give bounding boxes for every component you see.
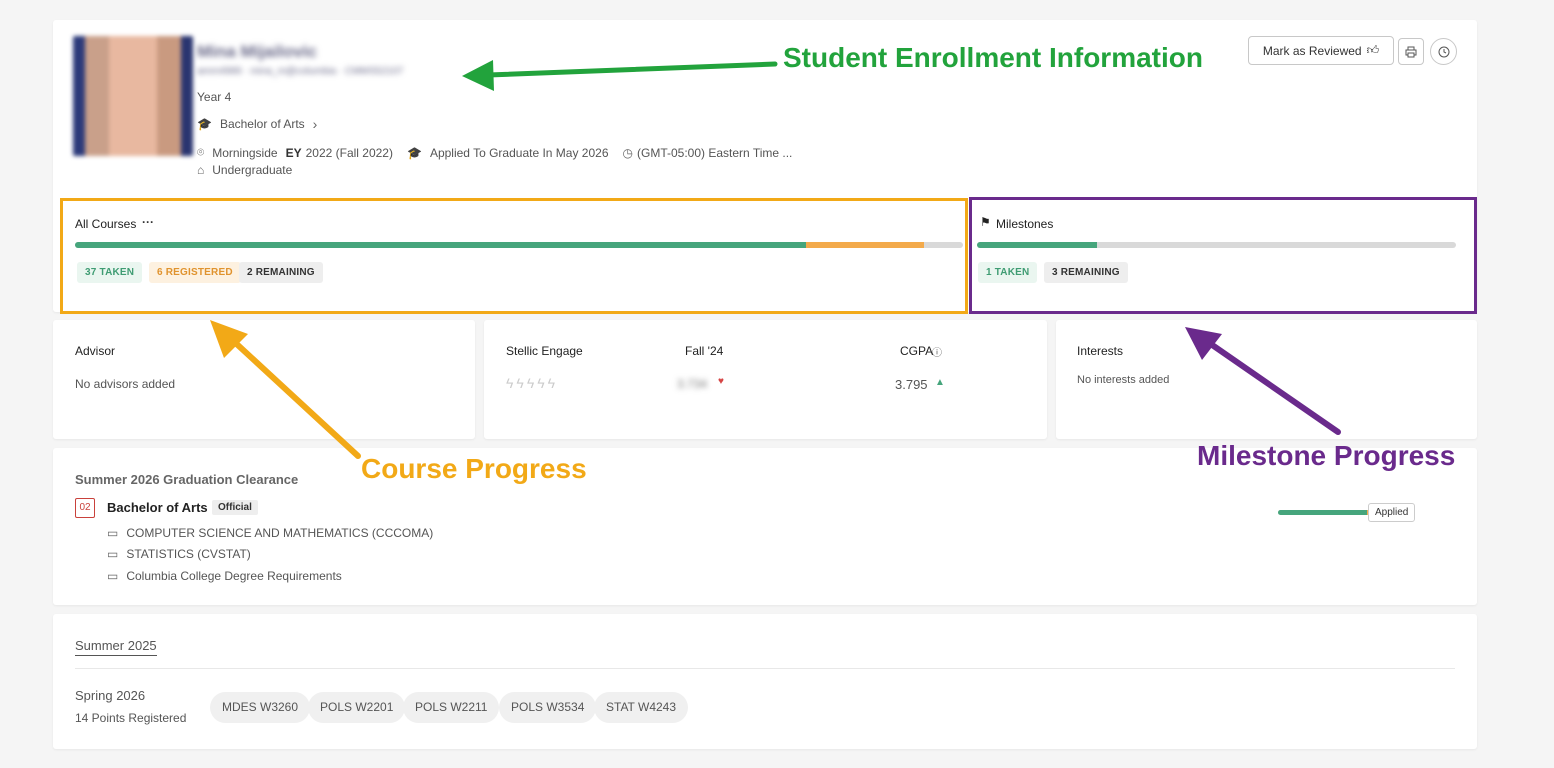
term-name: Spring 2026 bbox=[75, 688, 146, 703]
requirement-label: STATISTICS (CVSTAT) bbox=[126, 547, 251, 561]
requirement-item[interactable]: ▭ COMPUTER SCIENCE AND MATHEMATICS (CCCO… bbox=[107, 526, 433, 540]
graduation-label: Applied To Graduate In May 2026 bbox=[429, 145, 609, 160]
graduation-cap-icon: 🎓 bbox=[406, 145, 422, 160]
courses-progress-bar bbox=[75, 242, 963, 248]
engage-card: Stellic Engage ϟϟϟϟϟ Fall '24 3.734 ♥ CG… bbox=[484, 320, 1047, 439]
courses-title: All Courses bbox=[75, 217, 137, 231]
advisor-empty: No advisors added bbox=[75, 377, 176, 391]
mark-reviewed-button[interactable]: Mark as Reviewed 👍︎ bbox=[1248, 36, 1394, 65]
graduation-cap-icon: 🎓 bbox=[197, 117, 212, 131]
interests-card: Interests No interests added bbox=[1056, 320, 1477, 439]
requirement-label: COMPUTER SCIENCE AND MATHEMATICS (CCCOMA… bbox=[126, 526, 434, 540]
cgpa-value: 3.795 bbox=[895, 377, 928, 392]
courses-remaining-badge: 2 REMAINING bbox=[239, 262, 323, 283]
info-icon[interactable]: ⓘ bbox=[932, 344, 942, 359]
interests-title: Interests bbox=[1077, 344, 1124, 358]
requirement-item[interactable]: ▭ Columbia College Degree Requirements bbox=[107, 569, 342, 583]
official-badge: Official bbox=[212, 500, 258, 515]
milestones-progress-bar bbox=[977, 242, 1456, 248]
engage-bolt-icons: ϟϟϟϟϟ bbox=[506, 375, 559, 391]
clearance-title: Summer 2026 Graduation Clearance bbox=[75, 472, 299, 487]
milestones-progress-taken bbox=[977, 242, 1097, 248]
courses-progress-taken bbox=[75, 242, 806, 248]
clock-icon: ◷ bbox=[622, 145, 633, 160]
course-chip-4[interactable]: STAT W4243 bbox=[594, 692, 689, 723]
milestones-title: Milestones bbox=[996, 217, 1054, 231]
term-gpa: 3.734 bbox=[677, 377, 708, 391]
tag-icon: ⌂ bbox=[197, 163, 205, 177]
applied-status-badge: Applied bbox=[1368, 503, 1416, 522]
student-name: Mina Mijailovic bbox=[197, 42, 317, 61]
level-row: ⌂ Undergraduate bbox=[197, 163, 292, 177]
flag-icon: ⚑ bbox=[980, 215, 991, 229]
clearance-progress-done bbox=[1278, 510, 1367, 515]
course-chip-2[interactable]: POLS W2211 bbox=[403, 692, 500, 723]
term-points: 14 Points Registered bbox=[75, 711, 187, 725]
requirement-item[interactable]: ▭ STATISTICS (CVSTAT) bbox=[107, 547, 251, 561]
course-progress-annotation: Course Progress bbox=[361, 453, 587, 484]
print-icon bbox=[1405, 46, 1417, 57]
book-icon: ▭ bbox=[107, 547, 119, 561]
program-label: Bachelor of Arts bbox=[219, 117, 305, 131]
book-icon: ▭ bbox=[107, 526, 119, 540]
level-label: Undergraduate bbox=[212, 163, 293, 177]
thumbs-up-icon: 👍︎ bbox=[1366, 43, 1380, 57]
advisor-card: Advisor No advisors added bbox=[53, 320, 475, 439]
course-chip-1[interactable]: POLS W2201 bbox=[308, 692, 406, 723]
print-button[interactable] bbox=[1398, 38, 1424, 65]
engage-title: Stellic Engage bbox=[506, 344, 583, 358]
tabs-divider bbox=[75, 668, 1455, 669]
program-link[interactable]: 🎓 Bachelor of Arts › bbox=[197, 116, 317, 132]
degree-name[interactable]: Bachelor of Arts bbox=[107, 500, 208, 515]
course-chip-3[interactable]: POLS W3534 bbox=[499, 692, 597, 723]
terms-card: Summer 2025 Spring 2026 14 Points Regist… bbox=[53, 614, 1477, 749]
ey-value: 2022 (Fall 2022) bbox=[305, 145, 393, 160]
enrollment-annotation: Student Enrollment Information bbox=[783, 42, 1203, 73]
term-label: Fall '24 bbox=[685, 344, 724, 358]
book-icon: ▭ bbox=[107, 569, 119, 583]
mark-reviewed-label: Mark as Reviewed bbox=[1262, 43, 1362, 58]
degree-number-badge: 02 bbox=[75, 498, 95, 518]
student-details-row: ⌾ Morningside EY 2022 (Fall 2022) 🎓 Appl… bbox=[197, 145, 792, 160]
milestones-panel[interactable]: ⚑ Milestones 1 TAKEN 3 REMAINING bbox=[969, 197, 1477, 314]
history-button[interactable] bbox=[1430, 38, 1457, 65]
courses-progress-registered bbox=[805, 242, 924, 248]
courses-panel[interactable]: All Courses ··· 37 TAKEN 6 REGISTERED 2 … bbox=[60, 198, 968, 314]
student-year: Year 4 bbox=[197, 90, 232, 104]
cgpa-label: CGPA bbox=[900, 344, 934, 358]
advisor-title: Advisor bbox=[75, 344, 116, 358]
student-meta: amm4989 · mina_m@columbia · CMMS52107 bbox=[197, 66, 404, 77]
courses-registered-badge: 6 REGISTERED bbox=[149, 262, 241, 283]
ey-label: EY bbox=[285, 145, 302, 160]
courses-more-icon[interactable]: ··· bbox=[142, 215, 154, 229]
location-icon: ⌾ bbox=[197, 145, 205, 159]
interests-empty: No interests added bbox=[1077, 374, 1170, 386]
courses-taken-badge: 37 TAKEN bbox=[77, 262, 143, 283]
milestones-taken-badge: 1 TAKEN bbox=[978, 262, 1038, 283]
milestone-progress-annotation: Milestone Progress bbox=[1197, 440, 1456, 471]
milestones-remaining-badge: 3 REMAINING bbox=[1044, 262, 1128, 283]
student-avatar bbox=[73, 36, 193, 156]
trend-up-icon: ▲ bbox=[935, 377, 945, 388]
course-chip-0[interactable]: MDES W3260 bbox=[210, 692, 311, 723]
heart-icon: ♥ bbox=[718, 376, 724, 387]
chevron-right-icon: › bbox=[312, 116, 318, 132]
campus-label: Morningside bbox=[212, 145, 278, 160]
history-clock-icon bbox=[1438, 46, 1449, 57]
tab-summer-2025[interactable]: Summer 2025 bbox=[75, 638, 157, 656]
timezone-label: (GMT-05:00) Eastern Time ... bbox=[637, 145, 793, 160]
requirement-label: Columbia College Degree Requirements bbox=[126, 569, 342, 583]
